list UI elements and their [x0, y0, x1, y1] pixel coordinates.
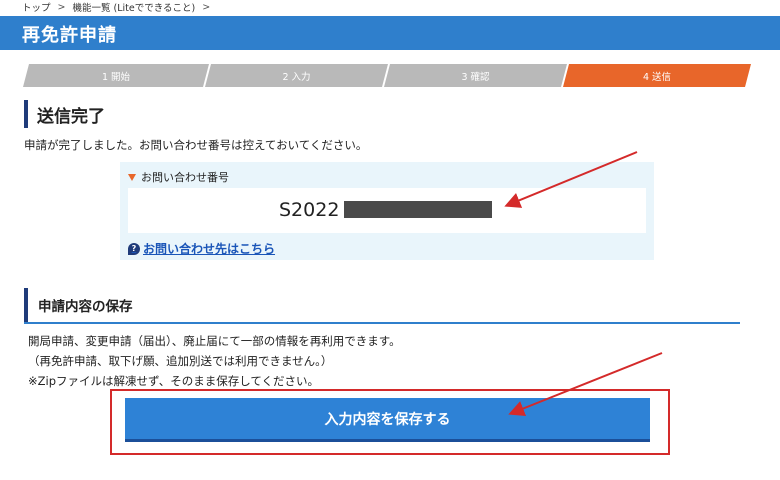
save-note-line-3: ※Zipファイルは解凍せず、そのまま保存してください。 — [28, 374, 320, 388]
breadcrumb-separator: > — [202, 1, 211, 13]
inquiry-label-text: お問い合わせ番号 — [141, 171, 229, 184]
breadcrumb-separator: > — [57, 1, 66, 13]
save-note-line-2: （再免許申請、取下げ願、追加別送では利用できません。） — [28, 354, 333, 368]
save-note-line-1: 開局申請、変更申請（届出）、廃止届にて一部の情報を再利用できます。 — [28, 334, 401, 348]
breadcrumb-item-features[interactable]: 機能一覧 (Liteでできること) — [72, 0, 195, 14]
help-question-icon: ? — [128, 242, 140, 255]
contact-help-link[interactable]: ? お問い合わせ先はこちら — [128, 240, 275, 257]
inquiry-number: S2022 — [279, 199, 340, 221]
step-3: 3 確認 — [384, 64, 567, 87]
step-indicator: 1 開始 2 入力 3 確認 4 送信 — [23, 64, 751, 87]
triangle-down-icon — [128, 173, 136, 181]
header-bar — [0, 16, 780, 50]
step-2: 2 入力 — [205, 64, 388, 87]
redaction-bar — [344, 201, 492, 218]
save-input-button[interactable]: 入力内容を保存する — [125, 398, 650, 442]
step-1: 1 開始 — [23, 64, 209, 87]
breadcrumb: トップ > 機能一覧 (Liteでできること) > — [22, 0, 217, 15]
page-title: 再免許申請 — [22, 25, 117, 46]
complete-message: 申請が完了しました。お問い合わせ番号は控えておいてください。 — [24, 138, 368, 152]
contact-help-link-text[interactable]: お問い合わせ先はこちら — [143, 240, 275, 257]
inquiry-label: お問い合わせ番号 — [128, 169, 229, 185]
save-section-title: 申請内容の保存 — [24, 288, 133, 322]
breadcrumb-item-top[interactable]: トップ — [22, 0, 51, 14]
complete-title: 送信完了 — [24, 100, 105, 128]
step-4-current: 4 送信 — [563, 64, 751, 87]
